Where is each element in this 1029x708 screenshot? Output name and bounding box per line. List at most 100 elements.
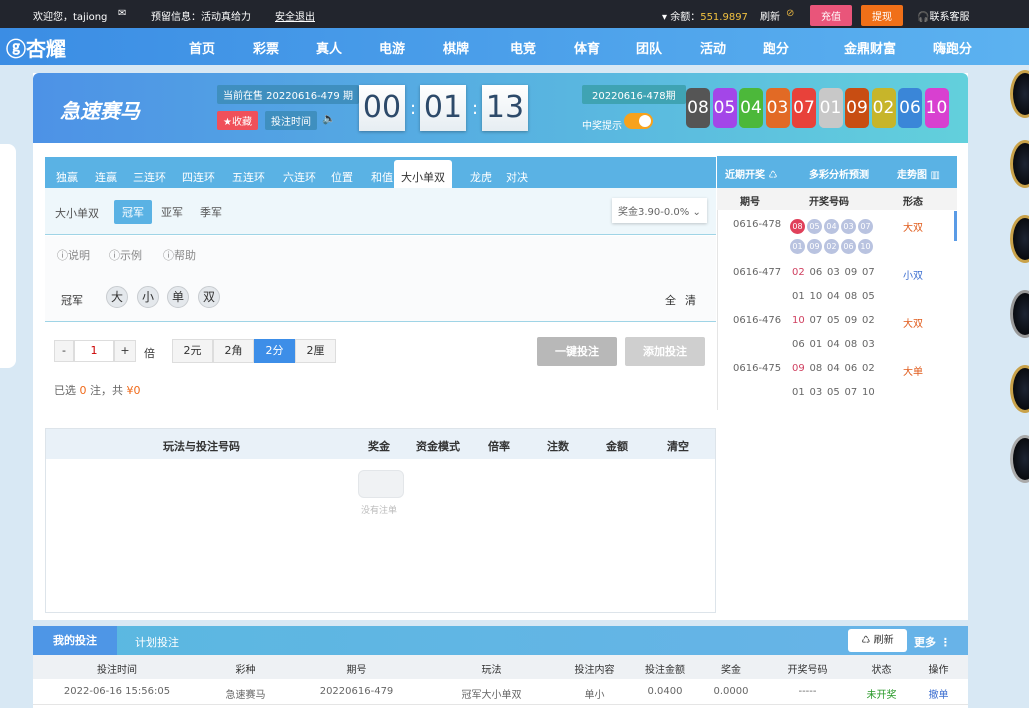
promo-badge[interactable] [1010,290,1029,338]
refresh-link[interactable]: 刷新 [760,8,780,23]
option-odd[interactable]: 单 [167,286,189,308]
add-bet-button[interactable]: 添加投注 [625,337,705,366]
history-number: 04 [827,339,840,350]
option-small[interactable]: 小 [137,286,159,308]
records-more-link[interactable]: 更多 ⋮ [914,634,951,650]
withdraw-button[interactable]: 提现 [861,5,903,26]
bet-time-button[interactable]: 投注时间 [265,111,317,130]
play-tabs: 独赢 连赢 三连环 四连环 五连环 六连环 位置 和值 大小单双 龙虎 对决 [45,157,716,188]
logout-link[interactable]: 安全退出 [275,8,315,23]
tab-play[interactable]: 六连环 [283,169,316,185]
history-number: 09 [844,315,858,326]
win-alert-toggle[interactable] [624,113,653,129]
prize-select[interactable]: 奖金3.90-0.0% ⌄ [612,198,707,223]
multiplier-input[interactable]: 1 [74,340,114,362]
deposit-button[interactable]: 充值 [810,5,852,26]
tab-play[interactable]: 连赢 [95,169,117,185]
nav-item[interactable]: 嗨跑分 [933,38,972,57]
bet-list-header: 玩法与投注号码 奖金 资金模式 倍率 注数 金额 清空 [46,429,715,459]
tab-play[interactable]: 三连环 [133,169,166,185]
subtab-champion[interactable]: 冠军 [114,200,152,224]
help-example[interactable]: ⓘ示例 [109,247,142,263]
option-even[interactable]: 双 [198,286,220,308]
tab-play[interactable]: 对决 [506,169,528,185]
empty-text: 没有注单 [361,506,398,516]
tab-play[interactable]: 四连环 [182,169,215,185]
history-form: 大单 [903,367,923,378]
clear-all-button[interactable]: 清空 [667,438,689,454]
mode-button[interactable]: 2角 [213,339,254,363]
mail-icon[interactable]: ✉ [118,8,126,19]
clear-button[interactable]: 清 [685,292,696,308]
records-refresh-button[interactable]: ♺ 刷新 [848,629,907,652]
nav-item[interactable]: 电竞 [510,38,536,57]
history-number: 10 [862,387,875,398]
history-scrollbar[interactable] [954,211,957,241]
tab-play[interactable]: 位置 [331,169,353,185]
promo-badge[interactable] [1010,70,1029,118]
nav-item[interactable]: 金鼎财富 [844,38,896,57]
tab-play[interactable]: 五连环 [232,169,265,185]
history-number: 02 [862,363,875,374]
empty-box-icon [358,470,404,498]
bet-list-col: 注数 [547,440,569,453]
history-ball: 01 [790,239,805,254]
nav-item[interactable]: 活动 [700,38,726,57]
nav-item[interactable]: 团队 [636,38,662,57]
bet-list-col: 玩法与投注号码 [163,440,240,453]
history-issue: 0616-476 [733,315,782,326]
logo[interactable]: ⓖ杏耀 [6,33,66,62]
select-all-button[interactable]: 全 [665,292,676,308]
records-col: 玩法 [481,665,502,676]
nav-item[interactable]: 首页 [189,38,215,57]
favorite-button[interactable]: ★收藏 [217,111,258,130]
tab-trend-chart[interactable]: 走势图 ▥ [897,166,940,181]
promo-badge[interactable] [1010,435,1029,483]
record-cell: 急速赛马 [225,690,266,701]
help-help[interactable]: ⓘ帮助 [163,247,196,263]
nav-item[interactable]: 体育 [574,38,600,57]
mode-button[interactable]: 2分 [254,339,295,363]
tab-analysis[interactable]: 多彩分析预测 [809,166,869,181]
eye-off-icon[interactable]: ⊘ [786,8,794,19]
subtab-second[interactable]: 亚军 [161,204,183,220]
tab-play[interactable]: 和值 [371,169,393,185]
pick-area: ⓘ说明 ⓘ示例 ⓘ帮助 冠军 大 小 单 双 全 清 [45,236,716,322]
promo-badge[interactable] [1010,140,1029,188]
history-number: 07 [862,267,875,278]
draw-ball: 01 [818,88,843,128]
records-col: 投注内容 [574,665,615,676]
mode-button[interactable]: 2元 [172,339,213,363]
nav-item[interactable]: 彩票 [253,38,279,57]
support-link[interactable]: 🎧联系客服 [917,8,969,23]
countdown-minutes: 01 [420,85,466,131]
cancel-bet-link[interactable]: 撤单 [909,686,968,701]
subtab-third[interactable]: 季军 [200,204,222,220]
tab-recent-draws[interactable]: 近期开奖 ♺ [725,166,777,181]
draw-ball: 04 [739,88,763,128]
promo-badge[interactable] [1010,365,1029,413]
multiplier-plus[interactable]: + [114,340,136,362]
multiplier-minus[interactable]: - [54,340,74,362]
tab-plan-bets[interactable]: 计划投注 [135,634,179,650]
tab-play[interactable]: 大小单双 [394,160,452,188]
records-col: 期号 [346,665,367,676]
nav-item[interactable]: 跑分 [763,38,789,57]
help-explain[interactable]: ⓘ说明 [57,247,90,263]
history-number: 09 [844,267,858,278]
option-big[interactable]: 大 [106,286,128,308]
speaker-icon[interactable]: 🔈 [322,112,336,125]
promo-badge[interactable] [1010,215,1029,263]
quick-bet-button[interactable]: 一键投注 [537,337,617,366]
nav-item[interactable]: 真人 [316,38,342,57]
tab-my-bets[interactable]: 我的投注 [33,626,117,655]
tab-play[interactable]: 独赢 [56,169,78,185]
mode-button[interactable]: 2厘 [295,339,336,363]
records-col: 状态 [871,665,892,676]
nav-item[interactable]: 棋牌 [443,38,469,57]
history-number: 04 [827,363,840,374]
subtab-label: 大小单双 [55,207,99,220]
colon: : [410,98,417,119]
tab-play[interactable]: 龙虎 [470,169,492,185]
nav-item[interactable]: 电游 [379,38,405,57]
